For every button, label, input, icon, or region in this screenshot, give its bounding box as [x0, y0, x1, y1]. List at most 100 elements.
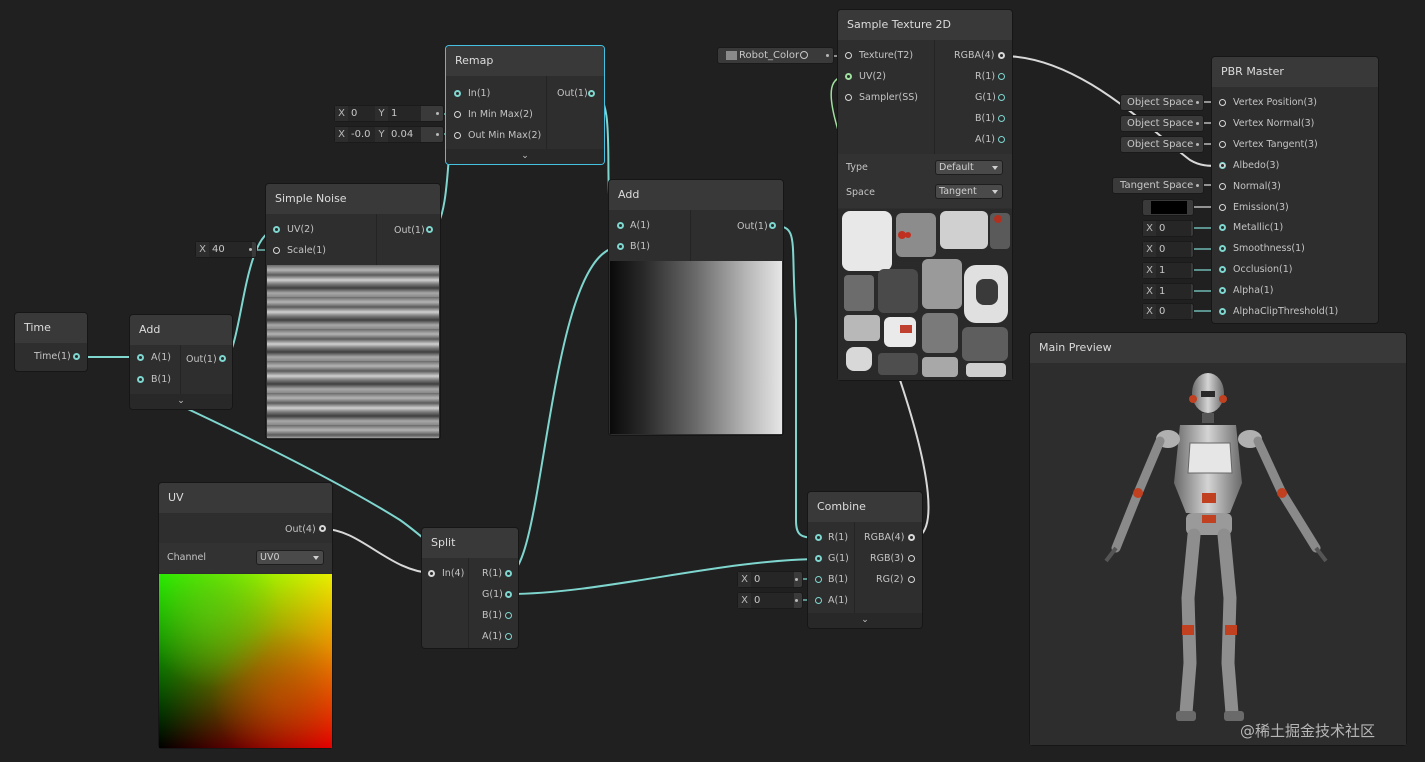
time-out-port[interactable] [73, 353, 80, 360]
combine-rg-port[interactable] [908, 576, 915, 583]
combine-rgb-port[interactable] [908, 555, 915, 562]
port-label: Smoothness(1) [1233, 243, 1305, 255]
sample-g-port[interactable] [998, 94, 1005, 101]
combine-g-port[interactable] [815, 555, 822, 562]
port-label: A(1) [975, 134, 995, 145]
combine-r-port[interactable] [815, 534, 822, 541]
add2-out-port[interactable] [769, 222, 776, 229]
noise-scale-port[interactable] [273, 247, 280, 254]
master-port-4[interactable] [1219, 182, 1226, 190]
sample-r-port[interactable] [998, 73, 1005, 80]
chevron-down-icon[interactable]: ⌄ [808, 613, 922, 628]
pbr-master-node[interactable]: PBR Master Vertex Position(3) Vertex Norm… [1212, 57, 1378, 323]
master-port-3[interactable] [1219, 161, 1226, 169]
node-title: PBR Master [1212, 57, 1378, 87]
robot-preview[interactable] [1030, 363, 1406, 745]
master-port-6[interactable] [1219, 224, 1226, 232]
master-port-5[interactable] [1219, 203, 1226, 211]
sample-tex-port[interactable] [845, 52, 852, 59]
add2-a-port[interactable] [617, 222, 624, 229]
chevron-down-icon[interactable]: ⌄ [446, 149, 604, 164]
texture-field[interactable]: Robot_Color [718, 48, 833, 63]
combine-rgba-port[interactable] [908, 534, 915, 541]
uv-out-port[interactable] [319, 525, 326, 532]
sample-uv-port[interactable] [845, 73, 852, 80]
master-port-0[interactable] [1219, 99, 1226, 106]
master-port-1[interactable] [1219, 119, 1226, 127]
vertex-tangent-space[interactable]: Object Space [1121, 137, 1203, 152]
port-label: B(1) [151, 374, 171, 385]
type-dropdown[interactable]: Default [936, 161, 1002, 174]
time-node[interactable]: Time Time(1) [15, 313, 87, 371]
port-label: R(1) [828, 532, 849, 543]
master-port-7[interactable] [1219, 245, 1226, 253]
master-port-9[interactable] [1219, 287, 1226, 295]
split-in-port[interactable] [428, 570, 435, 577]
remap-in-minmax-port[interactable] [454, 111, 461, 118]
master-port-2[interactable] [1219, 140, 1226, 148]
port-label: R(1) [482, 568, 503, 579]
main-preview-title: Main Preview [1030, 333, 1406, 363]
port-label: RGBA(4) [954, 50, 995, 61]
sample-b-port[interactable] [998, 115, 1005, 122]
port-label: G(1) [482, 589, 503, 600]
target-icon[interactable] [800, 51, 808, 59]
space-dropdown[interactable]: Tangent [936, 185, 1002, 198]
combine-b-field[interactable]: X0 [738, 572, 802, 587]
occlusion-field[interactable]: X1 [1143, 263, 1193, 278]
vertex-position-space[interactable]: Object Space [1121, 95, 1203, 110]
add-node-2[interactable]: Add A(1) B(1) Out(1) [609, 180, 783, 435]
node-title: Split [422, 528, 518, 558]
chevron-down-icon[interactable]: ⌄ [130, 394, 232, 409]
sample-texture-node[interactable]: Sample Texture 2D Texture(T2) UV(2) Samp… [838, 10, 1012, 380]
split-b-port[interactable] [505, 612, 512, 619]
noise-uv-port[interactable] [273, 226, 280, 233]
add-b-port[interactable] [137, 376, 144, 383]
remap-node[interactable]: Remap In(1) In Min Max(2) Out Min Max(2)… [446, 46, 604, 164]
split-a-port[interactable] [505, 633, 512, 640]
port-label: Emission(3) [1233, 201, 1289, 213]
combine-b-port[interactable] [815, 576, 822, 583]
simple-noise-node[interactable]: Simple Noise UV(2) Scale(1) Out(1) [266, 184, 440, 439]
scale-field[interactable]: X 40 [196, 242, 256, 257]
watermark: @稀土掘金技术社区 [1240, 722, 1376, 740]
metallic-field[interactable]: X0 [1143, 221, 1193, 236]
port-label: A(1) [482, 631, 502, 642]
node-title: UV [159, 483, 332, 513]
smoothness-field[interactable]: X0 [1143, 242, 1193, 257]
port-label: Out(1) [557, 88, 588, 99]
combine-a-field[interactable]: X0 [738, 593, 802, 608]
add-out-port[interactable] [219, 355, 226, 362]
alpha-field[interactable]: X1 [1143, 284, 1193, 299]
split-r-port[interactable] [505, 570, 512, 577]
remap-in-port[interactable] [454, 90, 461, 97]
combine-a-port[interactable] [815, 597, 822, 604]
remap-out-minmax-port[interactable] [454, 132, 461, 139]
out-min-max-field[interactable]: X -0.0 Y 0.04 [335, 127, 443, 142]
port-label: Time(1) [34, 351, 71, 362]
split-g-port[interactable] [505, 591, 512, 598]
split-node[interactable]: Split In(4) R(1) G(1) B(1) A(1) [422, 528, 518, 648]
alpha-clip-field[interactable]: X0 [1143, 304, 1193, 319]
master-port-8[interactable] [1219, 266, 1226, 274]
emission-color-field[interactable] [1143, 200, 1193, 215]
combine-node[interactable]: Combine R(1) G(1) B(1) A(1) RGBA(4) RGB(… [808, 492, 922, 628]
channel-dropdown[interactable]: UV0 [257, 551, 323, 564]
sample-a-port[interactable] [998, 136, 1005, 143]
master-port-10[interactable] [1219, 308, 1226, 315]
in-min-max-field[interactable]: X0Y1 [335, 106, 443, 121]
noise-out-port[interactable] [426, 226, 433, 233]
main-preview-panel[interactable]: Main Preview [1030, 333, 1406, 745]
add-a-port[interactable] [137, 354, 144, 361]
remap-out-port[interactable] [588, 90, 595, 97]
port-label: Out(1) [737, 221, 768, 232]
sample-sampler-port[interactable] [845, 94, 852, 101]
sample-rgba-port[interactable] [998, 52, 1005, 59]
texture-value: Robot_Color [739, 50, 800, 61]
add-node[interactable]: Add A(1) B(1) Out(1) ⌄ [130, 315, 232, 409]
vertex-normal-space[interactable]: Object Space [1121, 116, 1203, 131]
normal-space[interactable]: Tangent Space [1113, 178, 1203, 193]
uv-node[interactable]: UV Out(4) Channel UV0 [159, 483, 332, 748]
node-title: Sample Texture 2D [838, 10, 1012, 40]
add2-b-port[interactable] [617, 243, 624, 250]
